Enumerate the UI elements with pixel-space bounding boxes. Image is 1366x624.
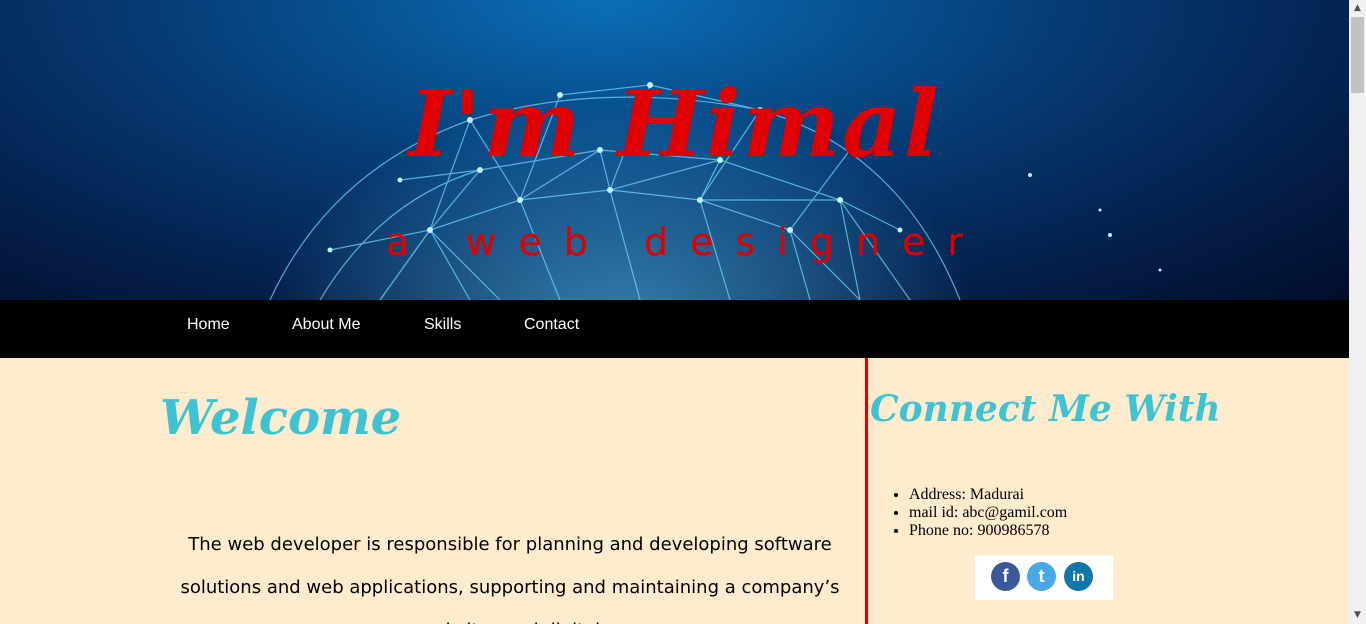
linkedin-icon[interactable]: in — [1064, 562, 1093, 591]
contact-list: Address: Madurai mail id: abc@gamil.com … — [909, 486, 1067, 540]
scroll-thumb[interactable] — [1351, 17, 1364, 93]
intro-paragraph: The web developer is responsible for pla… — [180, 534, 840, 624]
scroll-up-arrow-icon[interactable]: ▲ — [1349, 0, 1366, 17]
facebook-icon[interactable]: f — [991, 562, 1020, 591]
connect-heading: Connect Me With — [870, 388, 1221, 430]
contact-phone: Phone no: 900986578 — [909, 522, 1067, 540]
main-nav: Home About Me Skills Contact — [0, 300, 1349, 358]
vertical-scrollbar[interactable]: ▲ ▼ — [1349, 0, 1366, 624]
hero-subtitle: a web designer — [385, 220, 986, 264]
twitter-icon[interactable]: t — [1027, 562, 1056, 591]
scroll-down-arrow-icon[interactable]: ▼ — [1349, 607, 1366, 624]
main-content: Welcome The web developer is responsible… — [0, 358, 1349, 624]
nav-home[interactable]: Home — [187, 316, 230, 334]
contact-email: mail id: abc@gamil.com — [909, 504, 1067, 522]
welcome-heading: Welcome — [160, 390, 402, 446]
contact-address: Address: Madurai — [909, 486, 1067, 504]
nav-contact[interactable]: Contact — [524, 316, 579, 334]
hero-banner: I'm Himal a web designer — [0, 0, 1349, 300]
column-divider — [865, 358, 868, 624]
nav-skills[interactable]: Skills — [424, 316, 461, 334]
hero-title: I'm Himal — [408, 70, 941, 178]
social-links: f t in — [975, 555, 1113, 600]
nav-about-me[interactable]: About Me — [292, 316, 360, 334]
